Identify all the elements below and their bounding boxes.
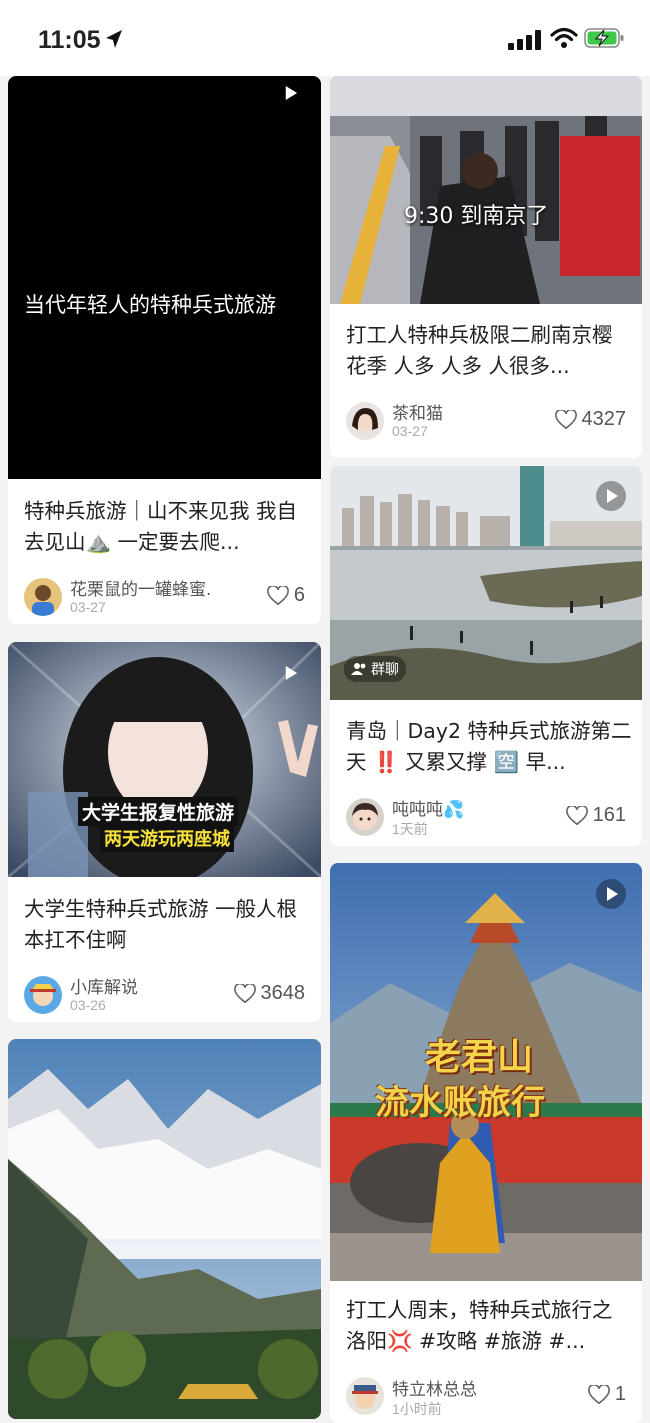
post-card[interactable]: 当代年轻人的特种兵式旅游 特种兵旅游｜山不来见我 我自去见山⛰️ 一定要去爬..… (8, 76, 321, 624)
people-icon (351, 663, 366, 675)
heart-icon (266, 585, 289, 605)
video-play-icon (596, 481, 626, 511)
like-count: 1 (614, 1383, 626, 1405)
post-title[interactable]: 打工人特种兵极限二刷南京樱花季 人多 人多 人很多... (346, 320, 632, 382)
group-chat-badge[interactable]: 群聊 (344, 656, 406, 682)
post-date: 03-27 (70, 599, 106, 615)
post-card[interactable]: 老君山 流水账旅行 打工人周末，特种兵式旅行之洛阳💢 #攻略 #旅游 #... … (330, 863, 642, 1423)
video-play-icon (285, 666, 298, 680)
avatar[interactable] (24, 578, 62, 616)
like-button[interactable]: 4327 (554, 408, 627, 431)
post-cover-image[interactable] (8, 1039, 321, 1419)
like-count: 4327 (581, 408, 627, 430)
status-time: 11:05 (38, 26, 101, 54)
like-count: 6 (293, 584, 305, 606)
post-date: 03-27 (392, 423, 428, 439)
post-author[interactable]: 花栗鼠的一罐蜂蜜. (70, 575, 211, 600)
post-title[interactable]: 特种兵旅游｜山不来见我 我自去见山⛰️ 一定要去爬... (24, 496, 311, 558)
avatar[interactable] (346, 1377, 384, 1415)
post-date: 1小时前 (392, 1401, 442, 1417)
cover-text: 9:30 到南京了 (404, 204, 549, 229)
post-cover-image[interactable]: 9:30 到南京了 (330, 76, 642, 304)
heart-icon (565, 805, 588, 825)
avatar[interactable] (346, 798, 384, 836)
post-date: 1天前 (392, 821, 428, 837)
video-play-icon (596, 879, 626, 909)
battery-charging-icon (584, 28, 624, 48)
post-cover-image[interactable]: 当代年轻人的特种兵式旅游 (8, 76, 321, 479)
video-play-icon (285, 86, 298, 100)
post-author[interactable]: 特立林总总 (392, 1375, 477, 1400)
cover-text-line1: 老君山 (425, 1037, 534, 1078)
post-date: 03-26 (70, 997, 106, 1013)
post-card[interactable]: 大学生报复性旅游 两天游玩两座城 大学生特种兵式旅游 一般人根本扛不住啊 小库解… (8, 642, 321, 1022)
post-author[interactable]: 小库解说 (70, 973, 138, 998)
post-title[interactable]: 打工人周末，特种兵式旅行之洛阳💢 #攻略 #旅游 #... (346, 1295, 632, 1357)
cover-text: 当代年轻人的特种兵式旅游 (24, 293, 276, 317)
heart-icon (233, 983, 256, 1003)
cover-text-line2: 两天游玩两座城 (100, 824, 234, 852)
like-button[interactable]: 3648 (233, 982, 306, 1005)
heart-icon (587, 1384, 610, 1404)
heart-icon (554, 409, 577, 429)
post-card[interactable]: 群聊 青岛｜Day2 特种兵式旅游第二天 ‼️ 又累又撑 🈳 早... 吨吨吨💦… (330, 466, 642, 846)
status-bar: 11:05 (0, 0, 650, 76)
post-cover-image[interactable]: 老君山 流水账旅行 (330, 863, 642, 1281)
cellular-signal-icon (508, 30, 541, 50)
post-author[interactable]: 吨吨吨💦 (392, 795, 464, 820)
like-button[interactable]: 6 (266, 584, 305, 607)
post-author[interactable]: 茶和猫 (392, 399, 443, 424)
group-chat-label: 群聊 (371, 662, 399, 678)
like-count: 3648 (260, 982, 306, 1004)
location-arrow-icon (106, 30, 122, 48)
post-cover-image[interactable]: 大学生报复性旅游 两天游玩两座城 (8, 642, 321, 877)
like-button[interactable]: 1 (587, 1383, 626, 1406)
like-button[interactable]: 161 (565, 804, 626, 827)
post-title[interactable]: 大学生特种兵式旅游 一般人根本扛不住啊 (24, 894, 311, 956)
cover-text-line2: 流水账旅行 (375, 1083, 545, 1123)
post-title[interactable]: 青岛｜Day2 特种兵式旅游第二天 ‼️ 又累又撑 🈳 早... (346, 716, 632, 778)
post-card[interactable]: 9:30 到南京了 打工人特种兵极限二刷南京樱花季 人多 人多 人很多... 茶… (330, 76, 642, 458)
wifi-icon (550, 27, 578, 48)
avatar[interactable] (24, 976, 62, 1014)
like-count: 161 (592, 804, 626, 826)
cover-text-line1: 大学生报复性旅游 (78, 797, 239, 826)
avatar[interactable] (346, 402, 384, 440)
post-card[interactable] (8, 1039, 321, 1419)
